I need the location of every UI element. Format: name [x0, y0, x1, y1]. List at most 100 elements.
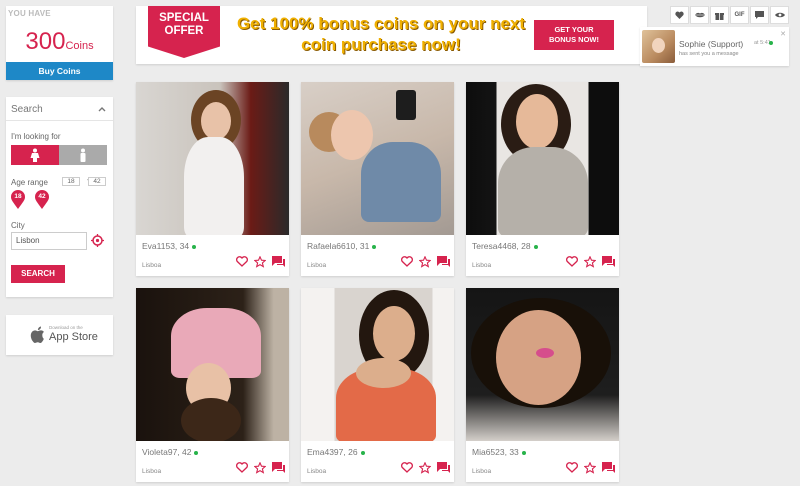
profile-photo[interactable]	[136, 288, 289, 441]
top-right-toolbar: GIF	[670, 6, 790, 24]
gender-male-toggle[interactable]	[59, 145, 107, 165]
profile-username: Ema4397, 26	[307, 447, 365, 457]
male-icon	[80, 148, 86, 162]
eye-icon	[774, 12, 785, 18]
looking-for-label: I'm looking for	[11, 132, 61, 141]
message-notification[interactable]: Sophie (Support) at 5:41 has sent you a …	[640, 27, 789, 66]
age-max-slider-handle[interactable]: 42	[35, 190, 49, 209]
gender-female-toggle[interactable]	[11, 145, 59, 165]
coins-box: YOU HAVE 300Coins Buy Coins	[6, 6, 113, 80]
star-outline-icon[interactable]	[419, 256, 431, 268]
app-store-small-text: Download on the	[49, 325, 83, 330]
profile-card[interactable]: Rafaela6610, 31 Lisboa	[301, 82, 454, 276]
age-min-slider-handle[interactable]: 18	[11, 190, 25, 209]
notification-message: has sent you a message	[679, 51, 739, 57]
star-outline-icon[interactable]	[254, 256, 266, 268]
online-indicator	[192, 244, 197, 249]
heart-outline-icon[interactable]	[566, 256, 578, 267]
heart-outline-icon[interactable]	[566, 462, 578, 473]
online-indicator	[194, 450, 199, 455]
profile-card[interactable]: Teresa4468, 28 Lisboa	[466, 82, 619, 276]
city-input[interactable]: Lisbon	[11, 232, 87, 250]
profile-username: Mia6523, 33	[472, 447, 526, 457]
close-icon[interactable]: ✕	[780, 30, 786, 38]
gifts-button[interactable]	[710, 6, 729, 24]
chat-icon[interactable]	[437, 462, 450, 473]
online-indicator	[769, 41, 773, 45]
profile-city: Lisboa	[472, 468, 492, 475]
you-have-label: YOU HAVE	[8, 9, 51, 18]
heart-outline-icon[interactable]	[401, 256, 413, 267]
profile-photo[interactable]	[301, 82, 454, 235]
profile-photo[interactable]	[301, 288, 454, 441]
search-title: Search	[11, 104, 43, 115]
star-outline-icon[interactable]	[254, 462, 266, 474]
divider	[6, 120, 113, 121]
messages-button[interactable]	[750, 6, 769, 24]
age-max-field[interactable]: 42	[88, 177, 106, 186]
profile-card[interactable]: Violeta97, 42 Lisboa	[136, 288, 289, 482]
star-outline-icon[interactable]	[584, 462, 596, 474]
chevron-up-icon[interactable]	[98, 105, 106, 114]
favorites-button[interactable]	[670, 6, 689, 24]
age-max-pin-label: 42	[38, 193, 46, 200]
lips-icon	[694, 12, 705, 18]
headline-line2: coin purchase now!	[301, 35, 461, 54]
online-indicator	[360, 450, 365, 455]
online-indicator	[372, 244, 377, 249]
profile-photo[interactable]	[136, 82, 289, 235]
apple-icon	[30, 326, 45, 348]
viewers-button[interactable]	[770, 6, 789, 24]
buy-coins-button[interactable]: Buy Coins	[6, 62, 113, 80]
star-outline-icon[interactable]	[584, 256, 596, 268]
search-button[interactable]: SEARCH	[11, 265, 65, 283]
profile-city: Lisboa	[142, 468, 162, 475]
profile-city: Lisboa	[307, 262, 327, 269]
heart-outline-icon[interactable]	[236, 256, 248, 267]
cta-line2: BONUS NOW!	[549, 35, 599, 44]
profile-card[interactable]: Eva1153, 34 Lisboa	[136, 82, 289, 276]
chat-icon[interactable]	[437, 256, 450, 267]
avatar	[642, 30, 675, 63]
profile-username: Violeta97, 42	[142, 447, 199, 457]
headline-line1: Get 100% bonus coins on your next	[236, 14, 526, 33]
profile-card[interactable]: Mia6523, 33 Lisboa	[466, 288, 619, 482]
heart-outline-icon[interactable]	[236, 462, 248, 473]
get-bonus-button[interactable]: GET YOUR BONUS NOW!	[534, 20, 614, 50]
female-icon	[30, 148, 40, 162]
coin-amount: 300	[25, 28, 66, 55]
app-store-badge[interactable]: Download on the App Store	[6, 315, 113, 355]
profile-photo[interactable]	[466, 82, 619, 235]
profile-username: Rafaela6610, 31	[307, 241, 377, 251]
profile-username: Teresa4468, 28	[472, 241, 538, 251]
star-outline-icon[interactable]	[419, 462, 431, 474]
online-indicator	[521, 450, 526, 455]
coin-balance: 300Coins	[6, 28, 113, 56]
heart-outline-icon[interactable]	[401, 462, 413, 473]
location-target-icon[interactable]	[91, 234, 104, 252]
heart-icon	[675, 11, 684, 19]
cta-line1: GET YOUR	[554, 25, 594, 34]
chat-icon[interactable]	[272, 256, 285, 267]
profile-city: Lisboa	[307, 468, 327, 475]
chat-icon[interactable]	[602, 462, 615, 473]
special-offer-banner[interactable]: SPECIAL OFFER Get 100% bonus coins on yo…	[136, 6, 647, 64]
profile-username: Eva1153, 34	[142, 241, 197, 251]
app-store-label: App Store	[49, 331, 98, 343]
notification-sender: Sophie (Support)	[679, 39, 744, 49]
gif-button[interactable]: GIF	[730, 6, 749, 24]
special-offer-ribbon: SPECIAL OFFER	[148, 6, 220, 58]
profile-city: Lisboa	[142, 262, 162, 269]
kisses-button[interactable]	[690, 6, 709, 24]
search-panel: Search I'm looking for Age range 18 - 42…	[6, 97, 113, 297]
profile-city: Lisboa	[472, 262, 492, 269]
ribbon-line2: OFFER	[164, 25, 204, 37]
chat-icon	[755, 11, 764, 19]
chat-icon[interactable]	[272, 462, 285, 473]
chat-icon[interactable]	[602, 256, 615, 267]
age-min-pin-label: 18	[14, 193, 22, 200]
profile-card[interactable]: Ema4397, 26 Lisboa	[301, 288, 454, 482]
age-min-field[interactable]: 18	[62, 177, 80, 186]
ribbon-line1: SPECIAL	[159, 12, 209, 24]
profile-photo[interactable]	[466, 288, 619, 441]
